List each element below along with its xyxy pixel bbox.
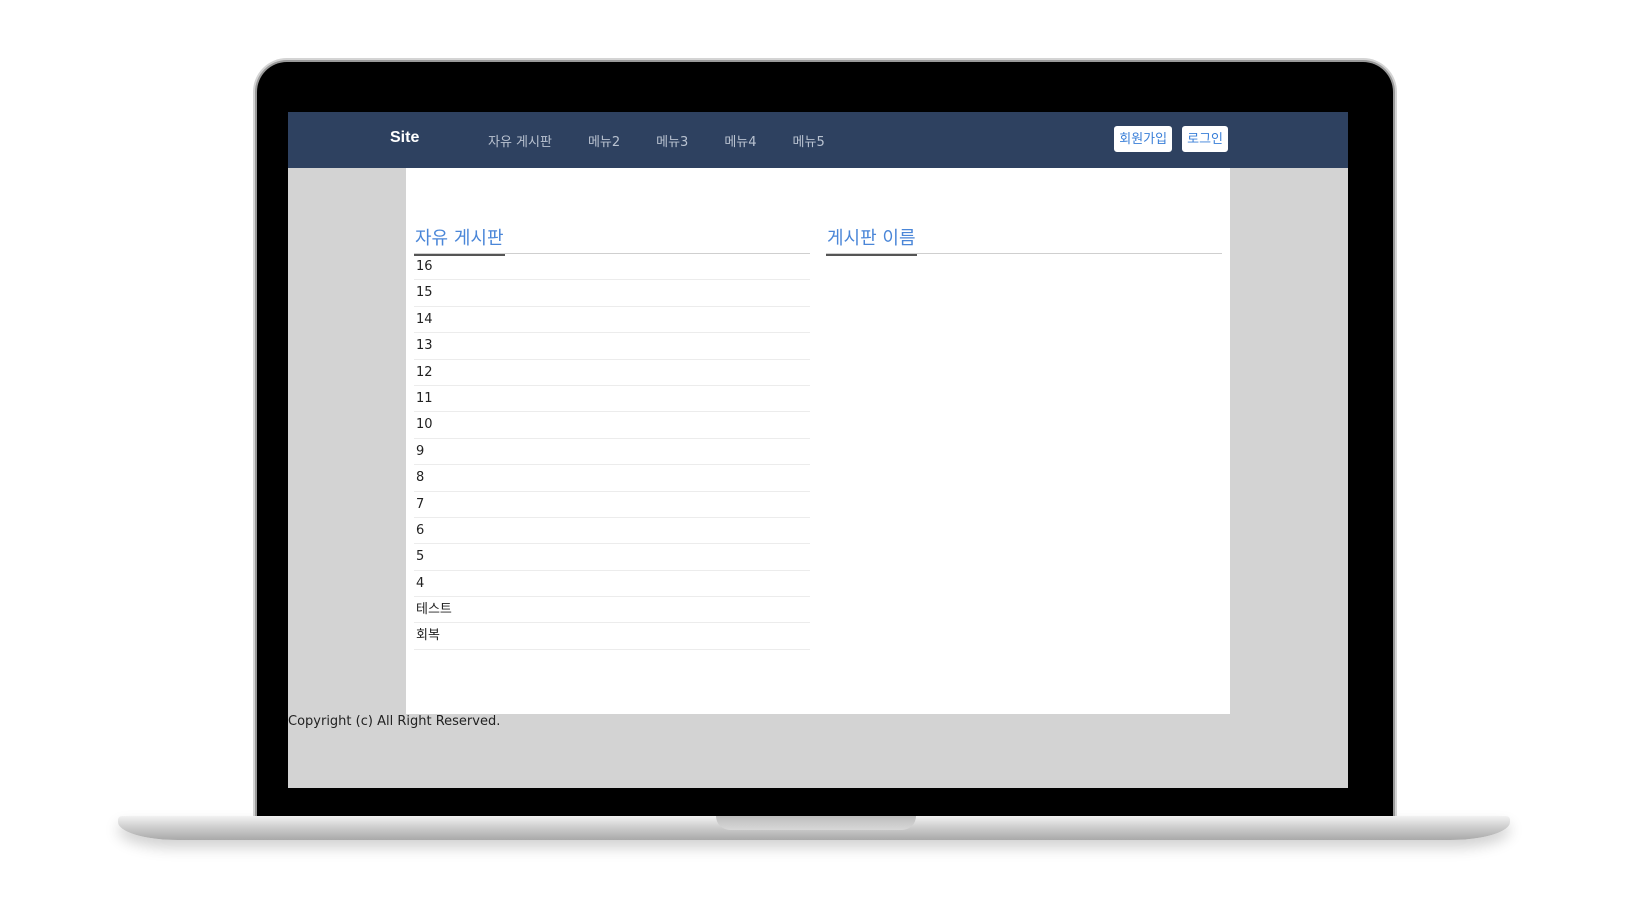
site-brand[interactable]: Site — [390, 129, 419, 147]
main-menu: 자유 게시판 메뉴2 메뉴3 메뉴4 메뉴5 — [488, 131, 861, 150]
post-list-item[interactable]: 11 — [414, 386, 810, 413]
post-list-item[interactable]: 12 — [414, 360, 810, 386]
nav-item-menu3[interactable]: 메뉴3 — [656, 131, 688, 150]
login-button[interactable]: 로그인 — [1182, 126, 1228, 152]
post-list-item[interactable]: 6 — [414, 518, 810, 545]
browser-viewport: Site 자유 게시판 메뉴2 메뉴3 메뉴4 메뉴5 회원가입 로그인 자유 … — [288, 112, 1348, 788]
post-list-item[interactable]: 회복 — [414, 623, 810, 650]
post-list-item[interactable]: 9 — [414, 439, 810, 466]
divider — [826, 253, 1222, 254]
post-list-item[interactable]: 테스트 — [414, 597, 810, 624]
board-title[interactable]: 게시판 이름 — [826, 224, 917, 256]
signup-button[interactable]: 회원가입 — [1114, 126, 1173, 152]
post-list-item[interactable]: 10 — [414, 412, 810, 439]
board-title[interactable]: 자유 게시판 — [414, 224, 505, 256]
nav-item-menu2[interactable]: 메뉴2 — [588, 131, 620, 150]
post-list-item[interactable]: 15 — [414, 280, 810, 307]
laptop-notch — [716, 816, 916, 830]
post-list-item[interactable]: 4 — [414, 571, 810, 598]
nav-item-menu5[interactable]: 메뉴5 — [793, 131, 825, 150]
footer-copyright: Copyright (c) All Right Reserved. — [288, 714, 501, 729]
nav-item-menu4[interactable]: 메뉴4 — [724, 131, 756, 150]
post-list-item[interactable]: 14 — [414, 307, 810, 334]
post-list-item[interactable]: 7 — [414, 492, 810, 518]
main-content: 자유 게시판 16 15 14 13 12 11 10 9 8 7 6 5 4 테스트 회복 게시판 이름 — [406, 168, 1230, 714]
nav-item-free-board[interactable]: 자유 게시판 — [488, 131, 552, 150]
top-navbar: Site 자유 게시판 메뉴2 메뉴3 메뉴4 메뉴5 회원가입 로그인 — [288, 112, 1348, 168]
post-list-item[interactable]: 16 — [414, 254, 810, 281]
post-list: 16 15 14 13 12 11 10 9 8 7 6 5 4 테스트 회복 — [414, 254, 810, 650]
post-list-item[interactable]: 8 — [414, 465, 810, 492]
auth-buttons: 회원가입 로그인 — [1114, 126, 1228, 152]
post-list-item[interactable]: 13 — [414, 333, 810, 360]
post-list-item[interactable]: 5 — [414, 544, 810, 571]
